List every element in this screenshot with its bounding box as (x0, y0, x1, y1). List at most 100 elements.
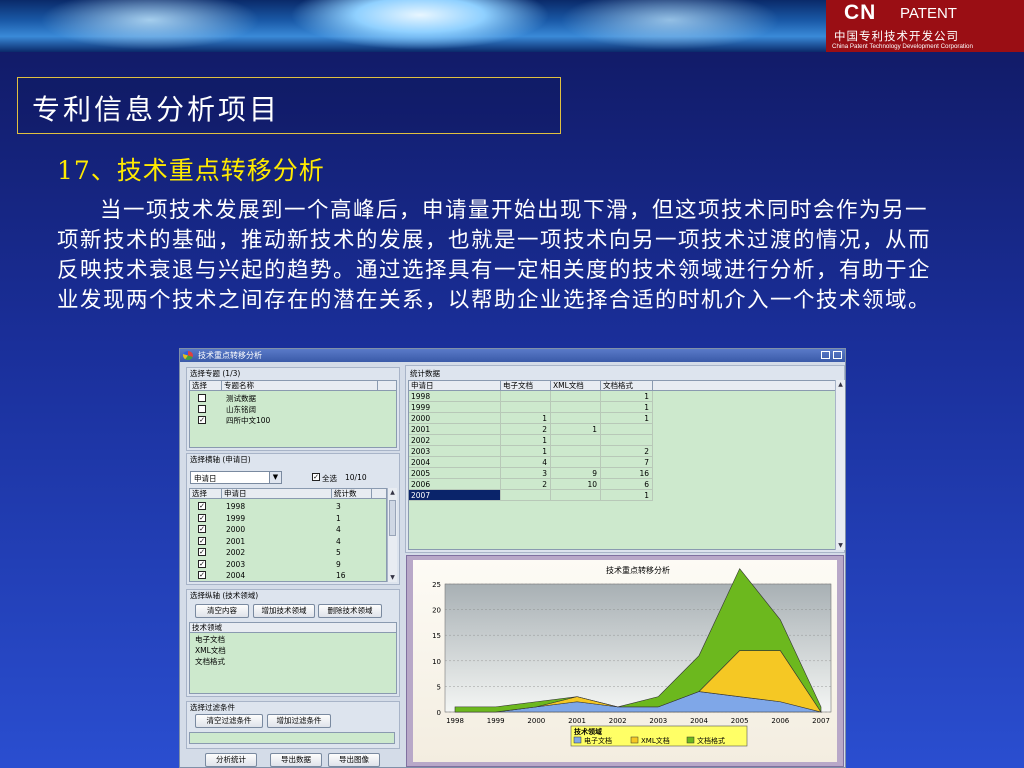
year-checkbox[interactable]: ✓ (198, 571, 206, 579)
topic-name: 四所中文100 (226, 416, 271, 425)
year-checkbox[interactable]: ✓ (198, 559, 206, 568)
logo-english-name: China Patent Technology Development Corp… (832, 43, 973, 50)
y-tick-label: 15 (432, 632, 441, 640)
year-checkbox[interactable]: ✓ (198, 502, 206, 510)
stats-scrollbar[interactable]: ▲ ▼ (835, 380, 845, 550)
close-icon[interactable] (833, 351, 842, 359)
topic-name: 测试数据 (226, 394, 256, 403)
legend-label: 电子文档 (584, 736, 612, 745)
xaxis-group: 选择横轴 (申请日) 申请日 ▼ ✓ 全选 10/10 选择 申请日 统计数 ✓… (186, 453, 400, 585)
stats-cell (551, 490, 601, 501)
x-tick-label: 2004 (690, 717, 708, 725)
stats-cell: 3 (501, 468, 551, 479)
scroll-down-icon[interactable]: ▼ (836, 541, 845, 550)
stats-col-xml: XML文档 (551, 381, 601, 391)
stats-cell: 1 (501, 435, 551, 446)
year-cell: 2004 (226, 571, 246, 580)
stats-group: 统计数据 申请日 电子文档 XML文档 文档格式 1998 1 1999 1 2000 1… (405, 365, 845, 553)
xaxis-select[interactable]: 申请日 ▼ (190, 471, 282, 484)
scroll-down-icon[interactable]: ▼ (388, 573, 397, 582)
xaxis-scroll-thumb[interactable] (389, 500, 396, 536)
chevron-down-icon[interactable]: ▼ (269, 472, 281, 483)
stats-cell: 7 (601, 457, 653, 468)
export-image-button[interactable]: 导出图像 (328, 753, 380, 767)
year-checkbox[interactable]: ✓ (198, 513, 206, 522)
clear-filter-button[interactable]: 清空过滤条件 (195, 714, 263, 728)
top-banner: CN PATENT 中国专利技术开发公司 China Patent Techno… (0, 0, 1024, 52)
stats-cell (551, 457, 601, 468)
stats-cell: 1 (601, 490, 653, 501)
field-col-header: 技术领域 (190, 623, 396, 633)
year-cell: 1999 (226, 513, 246, 523)
stats-cell (551, 391, 601, 402)
count-cell: 9 (336, 559, 341, 569)
stats-cell: 2001 (409, 424, 501, 435)
stats-cell: 4 (501, 457, 551, 468)
banner-glow-center (290, 0, 550, 50)
legend-title: 技术领域 (574, 727, 602, 736)
window-titlebar: 技术重点转移分析 (180, 349, 845, 362)
stats-col-electronic: 电子文档 (501, 381, 551, 391)
year-cell: 2000 (226, 525, 246, 534)
x-tick-label: 2000 (527, 717, 545, 725)
stats-col-date: 申请日 (409, 381, 501, 391)
add-filter-button[interactable]: 增加过滤条件 (267, 714, 331, 728)
year-cell: 2001 (226, 536, 246, 546)
stats-cell: 2002 (409, 435, 501, 446)
year-checkbox[interactable]: ✓ (198, 525, 206, 533)
chart-title: 技术重点转移分析 (606, 565, 670, 575)
year-checkbox[interactable]: ✓ (198, 536, 206, 545)
topic-group: 选择专题 (1/3) 选择 专题名称 测试数据 山东铭阔 ✓ 四所中文100 (186, 367, 400, 451)
stats-cell: 2006 (409, 479, 501, 490)
delete-field-button[interactable]: 删除技术领域 (318, 604, 382, 618)
count-cell: 1 (336, 513, 341, 523)
y-tick-label: 10 (432, 658, 441, 666)
field-item[interactable]: 电子文档 (195, 634, 375, 645)
yaxis-group: 选择纵轴 (技术领域) 清空内容 增加技术领域 删除技术领域 技术领域 电子文档… (186, 589, 400, 697)
slide-title: 专利信息分析项目 (32, 93, 281, 126)
year-cell: 2003 (226, 559, 246, 569)
y-tick-label: 5 (437, 683, 441, 691)
scroll-up-icon[interactable]: ▲ (836, 380, 845, 389)
stats-cell: 1 (601, 402, 653, 413)
field-table: 技术领域 电子文档 XML文档 文档格式 (189, 622, 397, 694)
stats-cell: 2 (501, 479, 551, 490)
export-data-button[interactable]: 导出数据 (270, 753, 322, 767)
maximize-icon[interactable] (821, 351, 830, 359)
xaxis-scrollbar[interactable]: ▲ ▼ (387, 488, 397, 582)
count-cell: 3 (336, 502, 341, 511)
stats-cell: 10 (551, 479, 601, 490)
stats-cell (601, 424, 653, 435)
x-tick-label: 2005 (731, 717, 749, 725)
field-item[interactable]: XML文档 (195, 645, 375, 656)
scroll-up-icon[interactable]: ▲ (388, 488, 397, 497)
topic-checkbox[interactable] (198, 394, 206, 402)
select-all-checkbox[interactable]: ✓ (312, 473, 320, 481)
stats-cell: 2 (501, 424, 551, 435)
stats-cell (551, 413, 601, 424)
stats-cell: 2 (601, 446, 653, 457)
x-tick-label: 2002 (609, 717, 627, 725)
field-item[interactable]: 文档格式 (195, 656, 375, 667)
topic-col-name: 专题名称 (222, 381, 378, 391)
filter-group: 选择过滤条件 清空过滤条件 增加过滤条件 (186, 701, 400, 749)
topic-col-select: 选择 (190, 381, 222, 391)
topic-checkbox[interactable] (198, 405, 206, 413)
stats-cell: 1 (601, 391, 653, 402)
legend-swatch (573, 736, 582, 744)
topic-checkbox[interactable]: ✓ (198, 416, 206, 424)
filter-list[interactable] (189, 732, 395, 744)
clear-content-button[interactable]: 清空内容 (195, 604, 249, 618)
analyze-button[interactable]: 分析统计 (205, 753, 257, 767)
area-chart: 技术重点转移分析 0 5 10 15 20 25 1998 1999 2000 2001 2002 20… (432, 565, 832, 747)
add-field-button[interactable]: 增加技术领域 (253, 604, 315, 618)
stats-cell: 2000 (409, 413, 501, 424)
stats-cell: 2003 (409, 446, 501, 457)
stats-group-label: 统计数据 (410, 369, 440, 378)
y-tick-label: 0 (437, 709, 441, 717)
xaxis-group-label: 选择横轴 (申请日) (190, 455, 251, 464)
slide-subtitle: 17、技术重点转移分析 (57, 156, 325, 185)
year-checkbox[interactable]: ✓ (198, 548, 206, 556)
stats-table: 申请日 电子文档 XML文档 文档格式 1998 1 1999 1 2000 1 1 2001… (408, 380, 836, 550)
filter-group-label: 选择过滤条件 (190, 703, 235, 712)
